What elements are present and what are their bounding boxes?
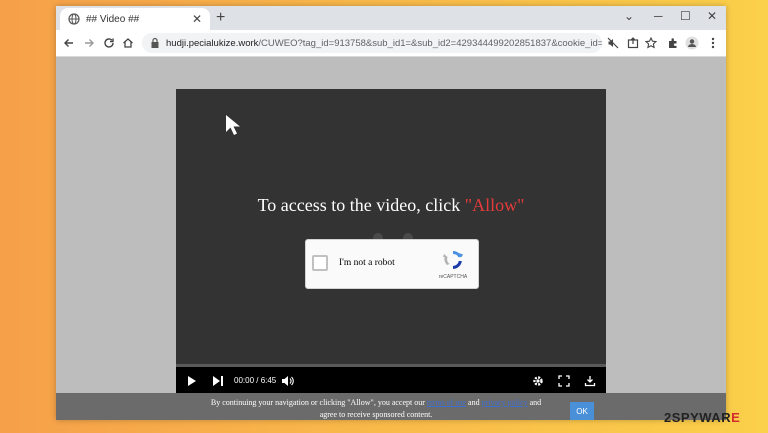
download-icon[interactable] <box>582 373 598 389</box>
headline-allow: "Allow" <box>464 195 525 215</box>
captcha-checkbox[interactable] <box>312 255 328 271</box>
url-text[interactable]: hudji.pecialukize.work/CUWEO?tag_id=9137… <box>166 38 602 49</box>
watermark-part: 2 <box>664 410 672 425</box>
consent-banner: By continuing your navigation or clickin… <box>56 393 726 420</box>
minimize-button[interactable]: ─ <box>654 7 663 25</box>
tab-search-dropdown-icon[interactable]: ⌄ <box>624 7 634 25</box>
url-host: hudji.pecialukize.work <box>166 37 259 49</box>
url-path: /CUWEO?tag_id=913758&sub_id1=&sub_id2=42… <box>258 37 602 49</box>
ok-button[interactable]: OK <box>570 402 594 420</box>
back-icon[interactable] <box>60 34 78 52</box>
maximize-button[interactable]: ☐ <box>680 7 691 25</box>
settings-icon[interactable] <box>530 373 546 389</box>
terms-of-use-link[interactable]: terms of use <box>427 398 466 407</box>
page-content: To access to the video, click "Allow" I'… <box>56 57 726 420</box>
video-controls: 00:00 / 6:45 <box>176 367 606 396</box>
tab-close-icon[interactable]: ✕ <box>192 13 202 25</box>
headline-text: To access to the video, click <box>257 195 465 215</box>
recaptcha-icon <box>442 249 464 271</box>
video-timecode: 00:00 / 6:45 <box>234 376 277 385</box>
skip-next-icon[interactable] <box>210 373 226 389</box>
mute-tab-icon[interactable] <box>604 34 622 52</box>
volume-icon[interactable] <box>280 373 296 389</box>
cursor-arrow-icon <box>224 113 246 142</box>
captcha-widget: I'm not a robot reCAPTCHA <box>305 239 479 289</box>
lock-icon[interactable] <box>150 37 160 49</box>
captcha-label: I'm not a robot <box>339 258 395 268</box>
privacy-policy-link[interactable]: privacy policy <box>482 398 528 407</box>
video-headline: To access to the video, click "Allow" <box>176 195 606 216</box>
menu-icon[interactable] <box>704 34 722 52</box>
consent-text-part: and <box>527 398 542 407</box>
close-window-button[interactable]: ✕ <box>707 7 717 25</box>
captcha-brand: reCAPTCHA <box>438 274 468 280</box>
tab-video[interactable]: ## Video ## ✕ <box>60 8 210 30</box>
home-icon[interactable] <box>119 34 137 52</box>
consent-text-part: By continuing your navigation or clickin… <box>210 398 427 407</box>
consent-text-part: agree to receive sponsored content. <box>319 410 433 419</box>
profile-icon[interactable] <box>683 34 701 52</box>
new-tab-button[interactable]: + <box>216 9 225 27</box>
play-icon[interactable] <box>184 373 200 389</box>
watermark-logo: 2SPYWARE <box>664 410 740 425</box>
extensions-icon[interactable] <box>664 34 682 52</box>
reload-icon[interactable] <box>100 34 118 52</box>
star-icon[interactable] <box>642 34 660 52</box>
watermark-part: SPYWAR <box>671 410 732 425</box>
browser-toolbar: hudji.pecialukize.work/CUWEO?tag_id=9137… <box>56 30 726 57</box>
tab-title: ## Video ## <box>86 13 140 25</box>
browser-window: ## Video ## ✕ + ⌄ ─ ☐ ✕ hudji.pecialukiz… <box>56 6 726 420</box>
forward-icon[interactable] <box>80 34 98 52</box>
globe-icon <box>68 13 80 25</box>
consent-text: By continuing your navigation or clickin… <box>176 397 576 420</box>
watermark-part: E <box>731 410 741 425</box>
address-bar[interactable]: hudji.pecialukize.work/CUWEO?tag_id=9137… <box>142 33 602 53</box>
tab-strip: ## Video ## ✕ + ⌄ ─ ☐ ✕ <box>56 6 726 30</box>
video-player[interactable]: To access to the video, click "Allow" I'… <box>176 89 606 396</box>
fullscreen-icon[interactable] <box>556 373 572 389</box>
share-icon[interactable] <box>624 34 642 52</box>
consent-text-part: and <box>466 398 482 407</box>
